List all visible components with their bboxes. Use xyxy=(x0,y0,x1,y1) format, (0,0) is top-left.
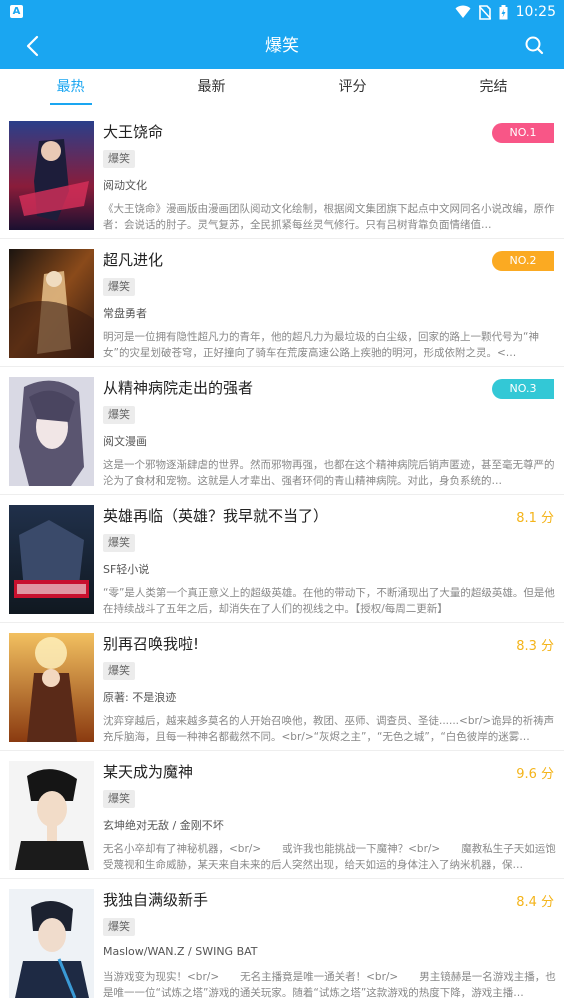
clock: 10:25 xyxy=(515,4,556,20)
rank-badge: NO.1 xyxy=(492,123,554,143)
genre-tag: 爆笑 xyxy=(103,150,135,168)
tab-label: 最新 xyxy=(197,79,226,95)
genre-tag: 爆笑 xyxy=(103,534,135,552)
tab-label: 最热 xyxy=(56,79,85,95)
tab-hottest[interactable]: 最热 xyxy=(0,69,141,107)
comic-description: “零”是人类第一个真正意义上的超级英雄。在他的带动下，不断涌现出了大量的超级英雄… xyxy=(103,587,555,615)
genre-tag: 爆笑 xyxy=(103,662,135,680)
comic-title: 超凡进化 xyxy=(103,251,164,269)
comic-author: 阅文漫画 xyxy=(103,435,147,448)
list-item[interactable]: 从精神病院走出的强者 NO.3 爆笑 阅文漫画 这是一个邪物逐渐肆虐的世界。然而… xyxy=(0,367,564,495)
comic-author: 常盘勇者 xyxy=(103,307,147,320)
search-icon xyxy=(525,36,544,55)
wifi-icon xyxy=(455,5,471,18)
comic-description: 沈弈穿越后，越来越多莫名的人开始召唤他，教团、巫师、调查员、圣徒......<b… xyxy=(103,715,555,743)
comic-author: 玄坤绝对无敌 / 金刚不坏 xyxy=(103,819,224,832)
comic-description: 当游戏变为现实！<br/> 无名主播竟是唯一通关者！<br/> 男主镜赫是一名游… xyxy=(103,971,556,999)
cover-image xyxy=(9,121,94,230)
list-item[interactable]: 我独自满级新手 8.4 分 爆笑 Maslow/WAN.Z / SWING BA… xyxy=(0,879,564,1002)
genre-tag: 爆笑 xyxy=(103,918,135,936)
cover-image xyxy=(9,633,94,742)
cover-image xyxy=(9,889,94,998)
comic-description: 无名小卒却有了神秘机器，<br/> 或许我也能挑战一下魔神？<br/> 魔教私生… xyxy=(103,843,556,871)
app-notification-icon: A xyxy=(10,5,23,18)
comic-title: 英雄再临（英雄？我早就不当了） xyxy=(103,507,329,525)
list-item[interactable]: 超凡进化 NO.2 爆笑 常盘勇者 明河是一位拥有隐性超凡力的青年，他的超凡力为… xyxy=(0,239,564,367)
rating-score: 8.1 分 xyxy=(516,511,554,526)
rank-badge: NO.2 xyxy=(492,251,554,271)
comic-author: SF轻小说 xyxy=(103,563,150,576)
comic-author: 阅动文化 xyxy=(103,179,147,192)
comic-author: Maslow/WAN.Z / SWING BAT xyxy=(103,945,258,958)
battery-icon xyxy=(499,4,508,19)
sort-tabs: 最热 最新 评分 完结 xyxy=(0,69,564,107)
comic-title: 我独自满级新手 xyxy=(103,891,209,909)
no-sim-icon xyxy=(478,4,491,20)
tab-completed[interactable]: 完结 xyxy=(423,69,564,107)
comic-description: 明河是一位拥有隐性超凡力的青年，他的超凡力为最垃圾的白尘级，回家的路上一颗代号为… xyxy=(103,331,539,359)
app-bar: 爆笑 xyxy=(0,24,564,69)
page-title: 爆笑 xyxy=(265,36,299,56)
rating-score: 9.6 分 xyxy=(516,767,554,782)
tab-newest[interactable]: 最新 xyxy=(141,69,282,107)
list-item[interactable]: 英雄再临（英雄？我早就不当了） 8.1 分 爆笑 SF轻小说 “零”是人类第一个… xyxy=(0,495,564,623)
comic-title: 大王饶命 xyxy=(103,123,164,141)
comic-author: 原著: 不是浪迹 xyxy=(103,691,177,704)
rank-badge: NO.3 xyxy=(492,379,554,399)
tab-rating[interactable]: 评分 xyxy=(282,69,423,107)
list-item[interactable]: 别再召唤我啦! 8.3 分 爆笑 原著: 不是浪迹 沈弈穿越后，越来越多莫名的人… xyxy=(0,623,564,751)
list-item[interactable]: 某天成为魔神 9.6 分 爆笑 玄坤绝对无敌 / 金刚不坏 无名小卒却有了神秘机… xyxy=(0,751,564,879)
genre-tag: 爆笑 xyxy=(103,790,135,808)
comic-title: 从精神病院走出的强者 xyxy=(103,379,254,397)
genre-tag: 爆笑 xyxy=(103,406,135,424)
rating-score: 8.3 分 xyxy=(516,639,554,654)
search-button[interactable] xyxy=(518,30,550,62)
cover-image xyxy=(9,505,94,614)
cover-image xyxy=(9,761,94,870)
tab-label: 完结 xyxy=(479,79,508,95)
comic-title: 某天成为魔神 xyxy=(103,763,194,781)
status-bar: A 10:25 xyxy=(0,0,564,24)
list-item[interactable]: 大王饶命 NO.1 爆笑 阅动文化 《大王饶命》漫画版由漫画团队阅动文化绘制，根… xyxy=(0,111,564,239)
cover-image xyxy=(9,249,94,358)
tab-label: 评分 xyxy=(338,79,367,95)
rating-score: 8.4 分 xyxy=(516,895,554,910)
status-icons: 10:25 xyxy=(455,0,556,24)
genre-tag: 爆笑 xyxy=(103,278,135,296)
cover-image xyxy=(9,377,94,486)
active-tab-indicator xyxy=(49,103,92,105)
comic-title: 别再召唤我啦! xyxy=(103,635,200,653)
comic-description: 《大王饶命》漫画版由漫画团队阅动文化绘制，根据阅文集团旗下起点中文网同名小说改编… xyxy=(103,203,555,231)
comic-description: 这是一个邪物逐渐肆虐的世界。然而邪物再强，也都在这个精神病院后销声匿迹，甚至毫无… xyxy=(103,459,555,487)
